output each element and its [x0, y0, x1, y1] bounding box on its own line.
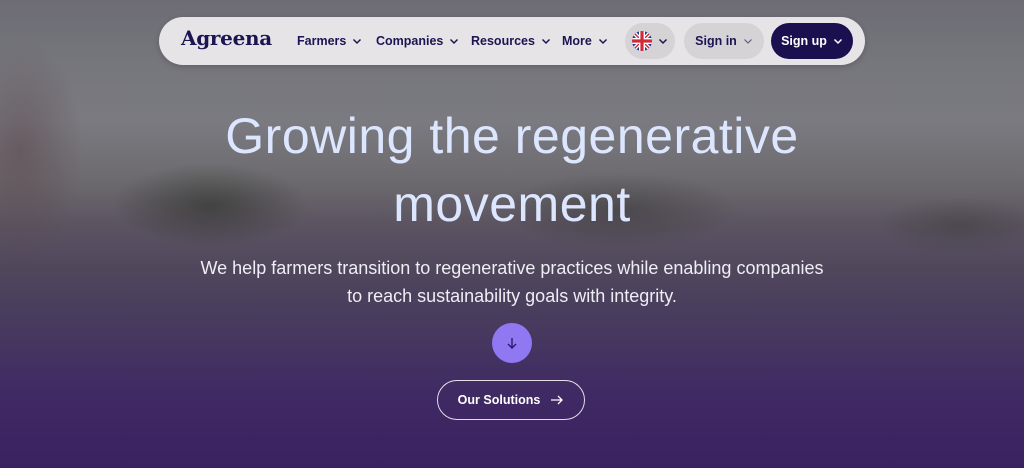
arrow-right-icon [551, 395, 564, 405]
nav-item-label: Farmers [297, 34, 347, 48]
chevron-down-icon [353, 38, 362, 45]
sign-up-label: Sign up [781, 34, 827, 48]
top-navigation-bar: Agreena Farmers Companies Resources More… [159, 17, 865, 65]
nav-item-companies[interactable]: Companies [376, 17, 459, 65]
hero-subtitle: We help farmers transition to regenerati… [150, 254, 874, 310]
chevron-down-icon [658, 38, 668, 45]
uk-flag-icon [632, 31, 652, 51]
chevron-down-icon [450, 38, 459, 45]
hero-subtitle-line-2: to reach sustainability goals with integ… [347, 286, 677, 306]
agreena-logo[interactable]: Agreena [181, 26, 272, 50]
nav-item-label: More [562, 34, 592, 48]
arrow-down-icon [507, 338, 517, 349]
chevron-down-icon [541, 38, 550, 45]
our-solutions-label: Our Solutions [457, 393, 541, 407]
chevron-down-icon [833, 38, 842, 45]
hero-title-line-1: Growing the regenerative [225, 108, 799, 164]
chevron-down-icon [743, 39, 752, 44]
hero-subtitle-line-1: We help farmers transition to regenerati… [200, 258, 824, 278]
our-solutions-button[interactable]: Our Solutions [437, 380, 585, 420]
sign-in-button[interactable]: Sign in [684, 23, 764, 59]
language-selector[interactable] [625, 23, 675, 59]
sign-up-button[interactable]: Sign up [771, 23, 853, 59]
sign-in-label: Sign in [695, 34, 737, 48]
chevron-down-icon [598, 38, 607, 45]
nav-item-farmers[interactable]: Farmers [297, 17, 362, 65]
hero-title-line-2: movement [393, 176, 631, 232]
hero-title: Growing the regenerative movement [0, 102, 1024, 238]
nav-item-label: Resources [471, 34, 535, 48]
scroll-down-button[interactable] [492, 323, 532, 363]
nav-item-resources[interactable]: Resources [471, 17, 551, 65]
nav-item-more[interactable]: More [562, 17, 608, 65]
nav-item-label: Companies [376, 34, 444, 48]
